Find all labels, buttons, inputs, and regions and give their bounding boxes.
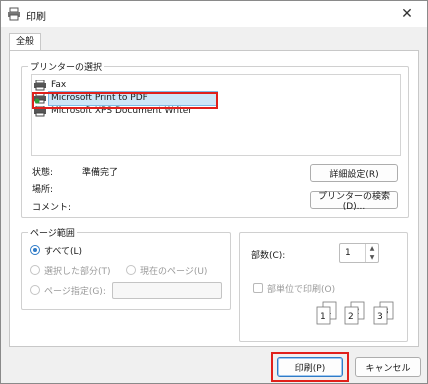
- xps-printer-icon: [34, 106, 46, 117]
- radio-current-page-label: 現在のページ(U): [140, 267, 208, 277]
- printer-name: Microsoft Print to PDF: [48, 91, 218, 106]
- title-bar: 印刷 ✕: [1, 1, 427, 27]
- page-range-input[interactable]: [112, 282, 222, 299]
- page-range-label: ページ範囲: [28, 226, 77, 239]
- collate-pages-icon: 1 1 2 2 3 3: [316, 301, 394, 325]
- radio-all-pages[interactable]: [30, 245, 40, 255]
- radio-pages[interactable]: [30, 285, 40, 295]
- collate-checkbox[interactable]: [253, 283, 263, 293]
- preferences-button[interactable]: 詳細設定(R): [310, 164, 398, 182]
- list-item-printer-pdf[interactable]: Microsoft Print to PDF: [34, 91, 218, 106]
- close-button[interactable]: ✕: [387, 1, 427, 27]
- collate-page-label: 2: [348, 312, 354, 322]
- comment-label: コメント:: [32, 203, 72, 213]
- radio-selection[interactable]: [30, 265, 40, 275]
- stepper-down-icon[interactable]: ▼: [366, 253, 378, 262]
- window-title: 印刷: [26, 12, 46, 23]
- printer-list[interactable]: Fax Microsoft Print to PDF Microsoft XPS…: [31, 74, 401, 156]
- fax-printer-icon: [34, 80, 46, 91]
- collate-page-label: 3: [377, 312, 383, 322]
- list-item-printer-xps[interactable]: Microsoft XPS Document Writer: [34, 105, 194, 118]
- find-printer-button[interactable]: プリンターの検索(D)...: [310, 191, 398, 212]
- printer-name: Microsoft XPS Document Writer: [51, 106, 192, 116]
- radio-current-page[interactable]: [126, 265, 136, 275]
- printer-name: Fax: [51, 80, 67, 90]
- radio-selection-label: 選択した部分(T): [44, 267, 111, 277]
- print-dialog: 印刷 ✕ 全般 プリンターの選択 Fax Microsoft Print to …: [0, 0, 428, 384]
- location-label: 場所:: [32, 185, 54, 195]
- tab-general[interactable]: 全般: [9, 33, 41, 51]
- default-printer-icon: [34, 93, 46, 104]
- printer-select-group: プリンターの選択 Fax Microsoft Print to PDF Micr…: [21, 60, 409, 218]
- radio-all-pages-label: すべて(L): [44, 247, 83, 257]
- status-value: 準備完了: [82, 168, 119, 178]
- print-button[interactable]: 印刷(P): [277, 357, 343, 377]
- list-item-printer-fax[interactable]: Fax: [34, 79, 68, 92]
- status-label: 状態:: [32, 168, 54, 178]
- printer-icon: [8, 7, 20, 21]
- printer-group-label: プリンターの選択: [28, 60, 105, 73]
- radio-pages-label: ページ指定(G):: [44, 287, 106, 297]
- close-icon: ✕: [401, 6, 413, 22]
- collate-page-label: 1: [320, 312, 326, 322]
- copies-label: 部数(C):: [251, 251, 286, 261]
- collate-label: 部単位で印刷(O): [267, 285, 336, 295]
- cancel-button[interactable]: キャンセル: [355, 357, 421, 377]
- page-range-group: ページ範囲 すべて(L) 選択した部分(T) 現在のページ(U) ページ指定(G…: [21, 226, 231, 310]
- stepper-up-icon[interactable]: ▲: [366, 244, 378, 253]
- copies-stepper[interactable]: ▲ ▼: [365, 244, 378, 262]
